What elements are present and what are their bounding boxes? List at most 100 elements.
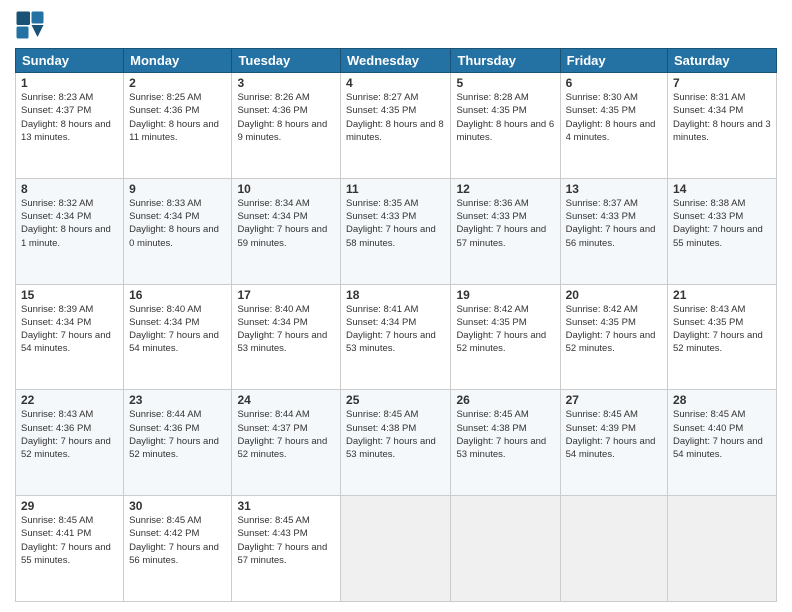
day-info: Sunrise: 8:45 AM Sunset: 4:42 PM Dayligh… <box>129 514 226 567</box>
day-number: 5 <box>456 76 554 90</box>
daylight-label: Daylight: 7 hours and 52 minutes. <box>456 330 546 354</box>
day-info: Sunrise: 8:45 AM Sunset: 4:43 PM Dayligh… <box>237 514 335 567</box>
calendar-cell: 2 Sunrise: 8:25 AM Sunset: 4:36 PM Dayli… <box>124 73 232 179</box>
calendar-cell: 7 Sunrise: 8:31 AM Sunset: 4:34 PM Dayli… <box>668 73 777 179</box>
day-info: Sunrise: 8:37 AM Sunset: 4:33 PM Dayligh… <box>566 197 662 250</box>
day-info: Sunrise: 8:44 AM Sunset: 4:37 PM Dayligh… <box>237 408 335 461</box>
sunrise-label: Sunrise: 8:39 AM <box>21 304 93 315</box>
calendar-cell: 9 Sunrise: 8:33 AM Sunset: 4:34 PM Dayli… <box>124 178 232 284</box>
sunset-label: Sunset: 4:35 PM <box>456 317 526 328</box>
calendar-cell <box>560 496 667 602</box>
logo <box>15 10 47 40</box>
calendar-cell: 8 Sunrise: 8:32 AM Sunset: 4:34 PM Dayli… <box>16 178 124 284</box>
calendar-week-row: 8 Sunrise: 8:32 AM Sunset: 4:34 PM Dayli… <box>16 178 777 284</box>
daylight-label: Daylight: 7 hours and 58 minutes. <box>346 224 436 248</box>
col-header-sunday: Sunday <box>16 49 124 73</box>
sunrise-label: Sunrise: 8:35 AM <box>346 198 418 209</box>
daylight-label: Daylight: 7 hours and 52 minutes. <box>237 436 327 460</box>
sunrise-label: Sunrise: 8:31 AM <box>673 92 745 103</box>
sunset-label: Sunset: 4:36 PM <box>129 105 199 116</box>
sunrise-label: Sunrise: 8:40 AM <box>129 304 201 315</box>
calendar-cell: 14 Sunrise: 8:38 AM Sunset: 4:33 PM Dayl… <box>668 178 777 284</box>
sunset-label: Sunset: 4:34 PM <box>346 317 416 328</box>
logo-icon <box>15 10 45 40</box>
sunrise-label: Sunrise: 8:43 AM <box>21 409 93 420</box>
sunset-label: Sunset: 4:41 PM <box>21 528 91 539</box>
daylight-label: Daylight: 7 hours and 53 minutes. <box>346 436 436 460</box>
sunset-label: Sunset: 4:36 PM <box>237 105 307 116</box>
day-number: 1 <box>21 76 118 90</box>
header <box>15 10 777 40</box>
day-number: 15 <box>21 288 118 302</box>
calendar-cell <box>451 496 560 602</box>
calendar-cell: 3 Sunrise: 8:26 AM Sunset: 4:36 PM Dayli… <box>232 73 341 179</box>
day-info: Sunrise: 8:45 AM Sunset: 4:40 PM Dayligh… <box>673 408 771 461</box>
day-number: 18 <box>346 288 445 302</box>
day-info: Sunrise: 8:38 AM Sunset: 4:33 PM Dayligh… <box>673 197 771 250</box>
day-info: Sunrise: 8:41 AM Sunset: 4:34 PM Dayligh… <box>346 303 445 356</box>
sunset-label: Sunset: 4:40 PM <box>673 423 743 434</box>
calendar-cell: 26 Sunrise: 8:45 AM Sunset: 4:38 PM Dayl… <box>451 390 560 496</box>
calendar-cell: 10 Sunrise: 8:34 AM Sunset: 4:34 PM Dayl… <box>232 178 341 284</box>
sunset-label: Sunset: 4:35 PM <box>673 317 743 328</box>
sunset-label: Sunset: 4:33 PM <box>566 211 636 222</box>
day-number: 7 <box>673 76 771 90</box>
daylight-label: Daylight: 8 hours and 3 minutes. <box>673 119 771 143</box>
day-info: Sunrise: 8:31 AM Sunset: 4:34 PM Dayligh… <box>673 91 771 144</box>
day-info: Sunrise: 8:27 AM Sunset: 4:35 PM Dayligh… <box>346 91 445 144</box>
calendar-cell: 6 Sunrise: 8:30 AM Sunset: 4:35 PM Dayli… <box>560 73 667 179</box>
daylight-label: Daylight: 7 hours and 54 minutes. <box>566 436 656 460</box>
calendar-cell: 25 Sunrise: 8:45 AM Sunset: 4:38 PM Dayl… <box>341 390 451 496</box>
sunrise-label: Sunrise: 8:38 AM <box>673 198 745 209</box>
day-number: 16 <box>129 288 226 302</box>
sunrise-label: Sunrise: 8:45 AM <box>456 409 528 420</box>
day-info: Sunrise: 8:28 AM Sunset: 4:35 PM Dayligh… <box>456 91 554 144</box>
sunset-label: Sunset: 4:42 PM <box>129 528 199 539</box>
day-info: Sunrise: 8:35 AM Sunset: 4:33 PM Dayligh… <box>346 197 445 250</box>
sunset-label: Sunset: 4:43 PM <box>237 528 307 539</box>
sunrise-label: Sunrise: 8:27 AM <box>346 92 418 103</box>
sunrise-label: Sunrise: 8:32 AM <box>21 198 93 209</box>
day-info: Sunrise: 8:44 AM Sunset: 4:36 PM Dayligh… <box>129 408 226 461</box>
sunset-label: Sunset: 4:35 PM <box>346 105 416 116</box>
day-info: Sunrise: 8:33 AM Sunset: 4:34 PM Dayligh… <box>129 197 226 250</box>
calendar-week-row: 1 Sunrise: 8:23 AM Sunset: 4:37 PM Dayli… <box>16 73 777 179</box>
sunrise-label: Sunrise: 8:25 AM <box>129 92 201 103</box>
sunset-label: Sunset: 4:34 PM <box>673 105 743 116</box>
daylight-label: Daylight: 7 hours and 55 minutes. <box>21 542 111 566</box>
day-info: Sunrise: 8:43 AM Sunset: 4:35 PM Dayligh… <box>673 303 771 356</box>
calendar-cell: 29 Sunrise: 8:45 AM Sunset: 4:41 PM Dayl… <box>16 496 124 602</box>
sunset-label: Sunset: 4:35 PM <box>566 105 636 116</box>
daylight-label: Daylight: 8 hours and 8 minutes. <box>346 119 444 143</box>
day-info: Sunrise: 8:43 AM Sunset: 4:36 PM Dayligh… <box>21 408 118 461</box>
day-number: 20 <box>566 288 662 302</box>
day-info: Sunrise: 8:40 AM Sunset: 4:34 PM Dayligh… <box>129 303 226 356</box>
day-info: Sunrise: 8:34 AM Sunset: 4:34 PM Dayligh… <box>237 197 335 250</box>
day-number: 23 <box>129 393 226 407</box>
day-info: Sunrise: 8:30 AM Sunset: 4:35 PM Dayligh… <box>566 91 662 144</box>
calendar-cell: 16 Sunrise: 8:40 AM Sunset: 4:34 PM Dayl… <box>124 284 232 390</box>
day-number: 11 <box>346 182 445 196</box>
sunrise-label: Sunrise: 8:45 AM <box>21 515 93 526</box>
daylight-label: Daylight: 8 hours and 13 minutes. <box>21 119 111 143</box>
daylight-label: Daylight: 7 hours and 56 minutes. <box>129 542 219 566</box>
calendar-cell: 5 Sunrise: 8:28 AM Sunset: 4:35 PM Dayli… <box>451 73 560 179</box>
daylight-label: Daylight: 8 hours and 4 minutes. <box>566 119 656 143</box>
calendar-cell <box>668 496 777 602</box>
calendar-cell: 22 Sunrise: 8:43 AM Sunset: 4:36 PM Dayl… <box>16 390 124 496</box>
day-info: Sunrise: 8:40 AM Sunset: 4:34 PM Dayligh… <box>237 303 335 356</box>
daylight-label: Daylight: 7 hours and 53 minutes. <box>237 330 327 354</box>
calendar-week-row: 29 Sunrise: 8:45 AM Sunset: 4:41 PM Dayl… <box>16 496 777 602</box>
day-number: 19 <box>456 288 554 302</box>
sunrise-label: Sunrise: 8:45 AM <box>346 409 418 420</box>
sunrise-label: Sunrise: 8:45 AM <box>129 515 201 526</box>
day-number: 2 <box>129 76 226 90</box>
sunset-label: Sunset: 4:33 PM <box>456 211 526 222</box>
col-header-monday: Monday <box>124 49 232 73</box>
day-info: Sunrise: 8:45 AM Sunset: 4:39 PM Dayligh… <box>566 408 662 461</box>
sunrise-label: Sunrise: 8:41 AM <box>346 304 418 315</box>
day-number: 9 <box>129 182 226 196</box>
day-number: 6 <box>566 76 662 90</box>
sunset-label: Sunset: 4:34 PM <box>129 317 199 328</box>
daylight-label: Daylight: 7 hours and 57 minutes. <box>237 542 327 566</box>
